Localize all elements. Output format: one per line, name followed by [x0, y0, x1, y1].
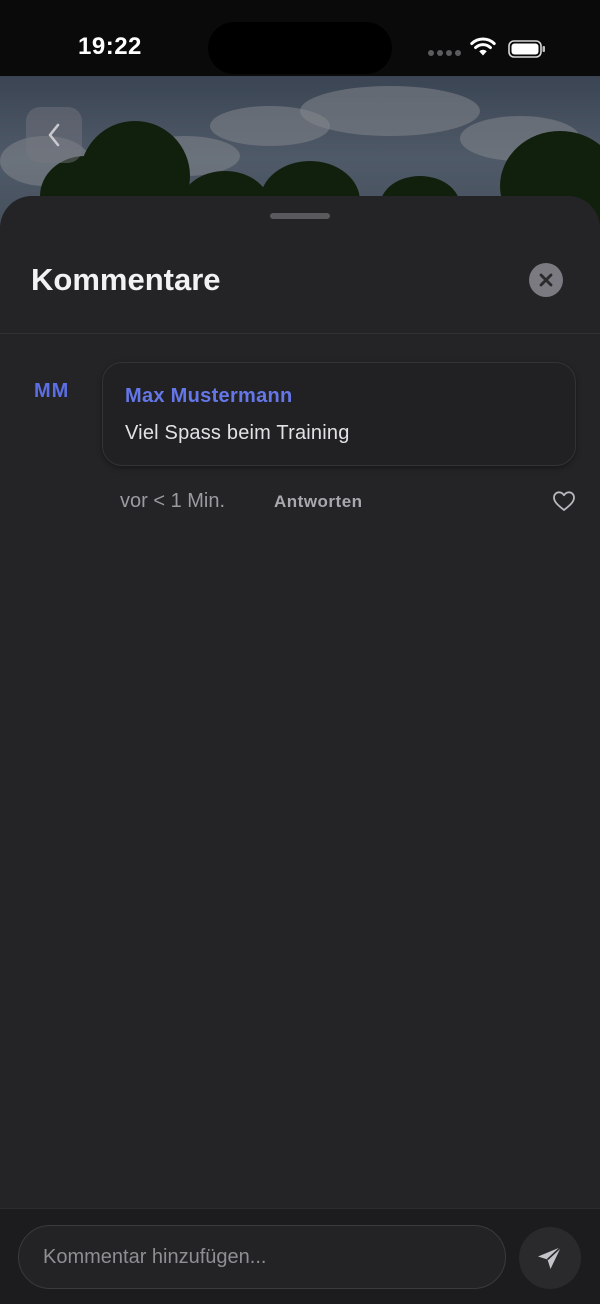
comment-text: Viel Spass beim Training: [125, 422, 350, 444]
dynamic-island: [208, 22, 392, 74]
sheet-title: Kommentare: [31, 262, 221, 297]
comment-composer: [0, 1208, 600, 1304]
status-time: 19:22: [78, 33, 142, 60]
cellular-signal-icon: [428, 50, 462, 56]
avatar[interactable]: MM: [34, 380, 69, 403]
status-bar: 19:22: [0, 0, 600, 76]
comment-bubble[interactable]: Max Mustermann Viel Spass beim Training: [102, 362, 576, 466]
wifi-icon: [470, 37, 496, 56]
close-button[interactable]: [529, 263, 563, 297]
send-button[interactable]: [519, 1227, 581, 1289]
header-divider: [0, 333, 600, 334]
close-icon: [539, 273, 553, 287]
comment-timestamp: vor < 1 Min.: [120, 490, 226, 512]
comment-author[interactable]: Max Mustermann: [125, 385, 293, 408]
battery-icon: [508, 40, 545, 58]
chevron-left-icon: [48, 123, 60, 147]
comment-input[interactable]: [18, 1225, 506, 1289]
sheet-grabber[interactable]: [270, 213, 330, 219]
comments-sheet: Kommentare MM Max Mustermann Viel Spass …: [0, 196, 600, 1304]
reply-button[interactable]: Antworten: [274, 492, 363, 512]
app-screen: 19:22 Kommentare MM Max Mustermann Viel …: [0, 0, 600, 1304]
comment-meta: vor < 1 Min. Antworten: [120, 490, 580, 514]
paper-plane-icon: [538, 1246, 562, 1269]
heart-icon[interactable]: [552, 490, 576, 512]
back-button[interactable]: [26, 107, 82, 163]
